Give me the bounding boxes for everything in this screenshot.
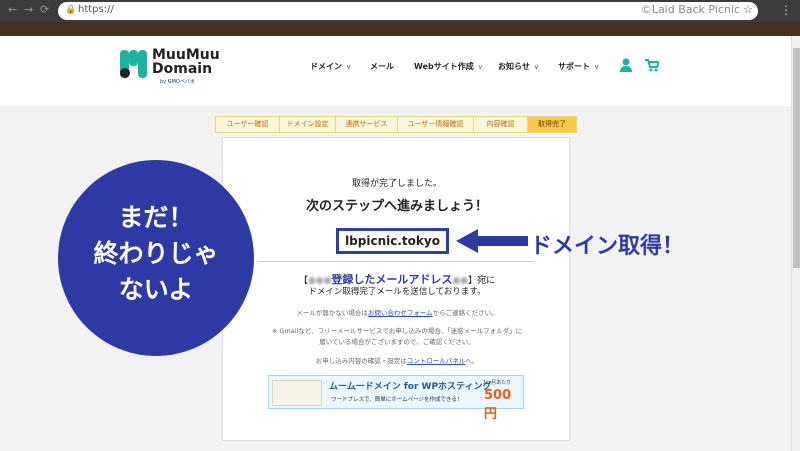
nav-news[interactable]: お知らせ ∨ xyxy=(498,61,539,72)
banner-title: ムームードメイン for WPホスティング xyxy=(329,382,492,392)
site-header: MuuMuu Domain by GMOペパボ ドメイン ∨ メール Webサイト… xyxy=(0,36,791,106)
circle-line2: 終わりじゃ xyxy=(93,239,219,268)
url-text[interactable]: https:// xyxy=(78,4,114,15)
logo-byline: by GMOペパボ xyxy=(160,79,195,85)
step-domain-setting: ドメイン設定 xyxy=(279,116,335,133)
gmail-note-line1: ※ Gmailなど、フリーメールサービスでお申し込みの場合、「迷惑メールフォルダ… xyxy=(271,327,523,335)
nav-mail[interactable]: メール xyxy=(370,61,394,72)
nav-website[interactable]: Webサイト作成 ∨ xyxy=(414,61,483,72)
contact-form-link[interactable]: お問い合わせフォーム xyxy=(368,309,433,317)
control-panel-link[interactable]: コントロールパネル xyxy=(407,357,466,365)
logo-text-line2: Domain xyxy=(152,61,213,77)
browser-menu-icon[interactable]: ⋮ xyxy=(780,3,792,17)
arrow-left-icon xyxy=(456,229,528,253)
gmail-note-line2: 届いている場合がございますので、ご確認ください。 xyxy=(319,338,475,346)
lock-icon: 🔒 xyxy=(65,5,77,15)
step-user-info: ユーザー情報確認 xyxy=(397,116,473,133)
forward-icon[interactable]: → xyxy=(24,3,33,16)
chevron-down-icon: ∨ xyxy=(477,63,483,71)
step-complete: 取得完了 xyxy=(527,116,577,133)
arrow-annotation-label: ドメイン取得！ xyxy=(530,234,685,259)
reload-icon[interactable]: ⟳ xyxy=(40,3,49,16)
browser-toolbar: ← → ⟳ 🔒 https:// ©Laid Back Picnic ☆ ⋮ xyxy=(0,0,800,22)
user-icon[interactable] xyxy=(620,58,632,72)
watermark: ©Laid Back Picnic xyxy=(640,3,740,16)
address-bar[interactable]: 🔒 https:// ©Laid Back Picnic ☆ xyxy=(58,2,758,20)
banner-price: 500円 xyxy=(484,388,512,422)
acquired-domain: lbpicnic.tokyo xyxy=(336,228,449,254)
circle-line1: まだ！ xyxy=(118,203,194,232)
control-panel-note: お申し込み内容の確認・設定はコントロールパネルへ。 xyxy=(315,357,479,365)
annotation-circle: まだ！ 終わりじゃ ないよ xyxy=(58,160,254,356)
mail-line2: ドメイン取得完了メールを送信しております。 xyxy=(308,287,486,297)
back-icon[interactable]: ← xyxy=(8,3,17,16)
chevron-down-icon: ∨ xyxy=(594,63,600,71)
bookmark-star-icon[interactable]: ☆ xyxy=(743,3,753,16)
cart-icon[interactable] xyxy=(645,59,659,72)
step-content-confirm: 内容確認 xyxy=(473,116,527,133)
chevron-down-icon: ∨ xyxy=(346,63,352,71)
wp-hosting-banner[interactable]: ムームードメイン for WPホスティング ワードプレスで、簡単にホームページを… xyxy=(268,375,524,422)
circle-line3: ないよ xyxy=(118,275,194,304)
logo-mark-icon xyxy=(120,50,147,78)
progress-steps: ユーザー確認 ドメイン設定 連携サービス ユーザー情報確認 内容確認 取得完了 xyxy=(215,116,577,133)
banner-price-note: 1ヶ月あたり xyxy=(483,380,512,386)
divider xyxy=(257,261,535,262)
next-step-heading: 次のステップへ進みましょう！ xyxy=(305,199,488,214)
nav-domain[interactable]: ドメイン ∨ xyxy=(310,61,351,72)
chevron-down-icon: ∨ xyxy=(533,63,539,71)
no-mail-note: メールが届かない場合はお問い合わせフォームからご連絡ください。 xyxy=(296,309,498,317)
done-message: 取得が完了しました。 xyxy=(351,179,442,189)
site-top-bar xyxy=(0,22,800,36)
scrollbar-thumb[interactable] xyxy=(793,48,800,268)
banner-subtitle: ワードプレスで、簡単にホームページを作成できる！ xyxy=(331,397,463,403)
banner-illustration xyxy=(272,380,322,406)
scrollbar[interactable] xyxy=(791,36,800,451)
nav-support[interactable]: サポート ∨ xyxy=(558,61,599,72)
step-linked-services: 連携サービス xyxy=(335,116,397,133)
step-user-confirm: ユーザー確認 xyxy=(215,116,279,133)
